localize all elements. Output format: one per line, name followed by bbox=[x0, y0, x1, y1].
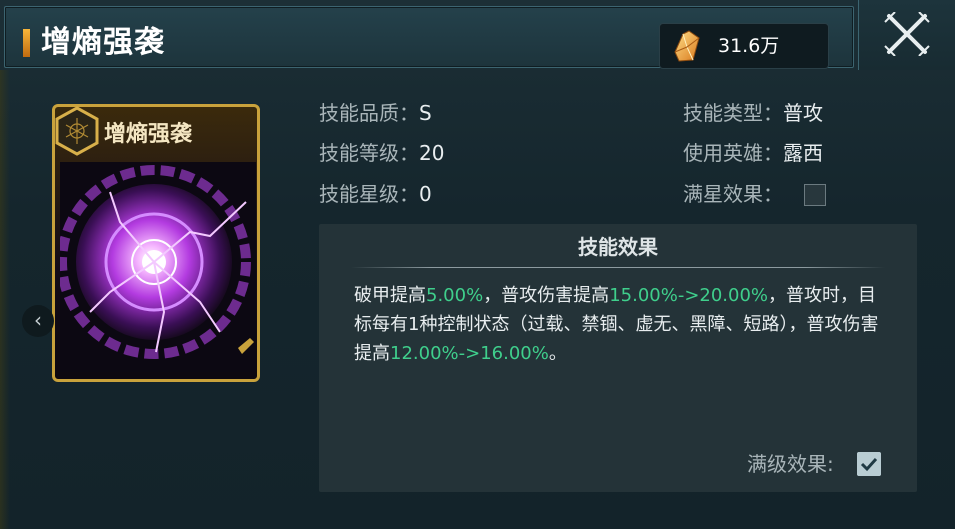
level-label: 技能等级： bbox=[319, 141, 419, 165]
quality-label: 技能品质： bbox=[319, 101, 419, 125]
star-label: 技能星级： bbox=[319, 182, 419, 206]
hexagon-emblem-icon bbox=[55, 106, 99, 156]
skill-card: 增熵强袭 bbox=[52, 104, 260, 382]
skill-art-purple-vortex bbox=[60, 162, 256, 372]
type-value: 普攻 bbox=[783, 101, 823, 125]
effect-description: 破甲提高5.00%，普攻伤害提高15.00%->20.00%，普攻时，目标每有1… bbox=[354, 281, 894, 368]
level-row: 技能等级：20 bbox=[319, 137, 444, 169]
currency-amount: 31.6万 bbox=[718, 35, 780, 57]
card-name: 增熵强袭 bbox=[104, 121, 193, 147]
max-star-checkbox bbox=[804, 184, 826, 206]
star-value: 0 bbox=[419, 182, 432, 206]
window-title: 增熵强袭 bbox=[41, 25, 165, 60]
hero-row: 使用英雄：露西 bbox=[683, 137, 823, 169]
prev-skill-button[interactable]: ‹ bbox=[22, 305, 54, 337]
hero-label: 使用英雄： bbox=[683, 141, 783, 165]
level-value: 20 bbox=[419, 141, 445, 165]
effect-highlight: 15.00%->20.00% bbox=[609, 285, 769, 306]
divider bbox=[351, 267, 885, 268]
background-edge bbox=[0, 70, 10, 529]
max-level-label: 满级效果: bbox=[747, 452, 834, 476]
hero-value: 露西 bbox=[783, 141, 823, 165]
effect-text-part: 。 bbox=[548, 343, 567, 364]
type-label: 技能类型： bbox=[683, 101, 783, 125]
effect-highlight: 5.00% bbox=[426, 285, 484, 306]
close-button[interactable] bbox=[858, 0, 955, 70]
type-row: 技能类型：普攻 bbox=[683, 97, 823, 129]
crossed-swords-close-icon bbox=[884, 12, 930, 56]
title-accent bbox=[23, 29, 30, 57]
max-star-row: 满星效果： bbox=[683, 178, 783, 210]
quality-row: 技能品质：S bbox=[319, 97, 432, 129]
effect-heading: 技能效果 bbox=[578, 235, 658, 259]
effect-text-part: 破甲提高 bbox=[354, 285, 426, 306]
currency-display: 31.6万 bbox=[659, 23, 829, 69]
max-star-label: 满星效果： bbox=[683, 182, 783, 206]
skill-detail-window: 增熵强袭 31.6万 增熵强袭 ‹ 技能品质：S 技能等级：20 技能星级：0 … bbox=[0, 0, 955, 529]
effect-text-part: ，普攻伤害提高 bbox=[483, 285, 610, 306]
header-bar: 增熵强袭 31.6万 bbox=[4, 6, 854, 69]
crystal-icon bbox=[674, 30, 700, 62]
effect-highlight: 12.00%->16.00% bbox=[390, 343, 549, 364]
quality-value: S bbox=[419, 101, 432, 125]
chevron-left-icon: ‹ bbox=[34, 308, 42, 332]
max-level-checkbox-checked-icon bbox=[857, 452, 881, 476]
skill-effect-panel: 技能效果 破甲提高5.00%，普攻伤害提高15.00%->20.00%，普攻时，… bbox=[319, 224, 917, 492]
star-row: 技能星级：0 bbox=[319, 178, 432, 210]
